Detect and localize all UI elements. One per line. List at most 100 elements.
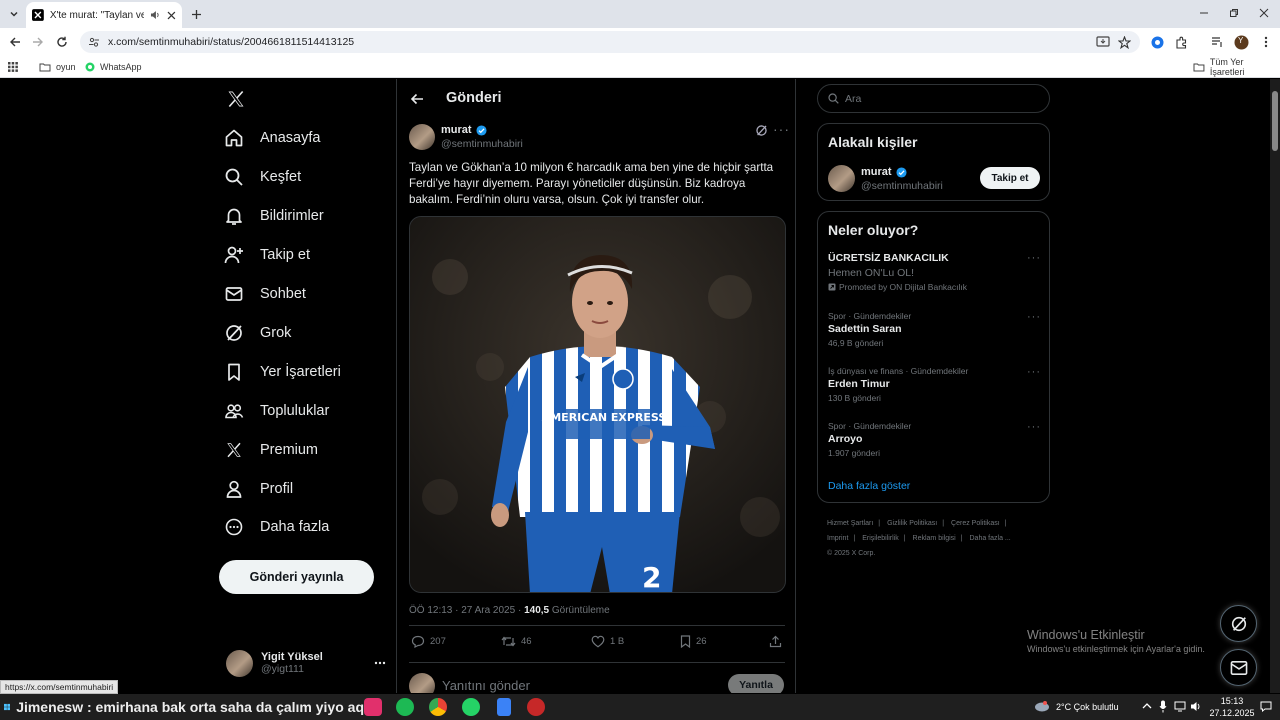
footer-link[interactable]: Erişilebilirlik xyxy=(862,535,899,542)
footer-link[interactable]: Gizlilik Politikası xyxy=(887,520,937,527)
sidebar-item-chat[interactable]: Sohbet xyxy=(222,278,306,310)
chevron-up-icon[interactable] xyxy=(1142,702,1152,710)
trend-item[interactable]: İş dünyası ve finans · Gündemdekiler Erd… xyxy=(828,366,1041,403)
back-arrow-icon[interactable] xyxy=(407,89,427,109)
repost-action[interactable]: 46 xyxy=(501,635,532,648)
trend-more-icon[interactable]: ··· xyxy=(1027,252,1041,264)
site-info-icon[interactable] xyxy=(88,36,100,48)
profile-avatar[interactable]: Y xyxy=(1232,33,1250,51)
chrome-icon[interactable] xyxy=(429,698,447,716)
media-controls-icon[interactable] xyxy=(1208,33,1226,51)
footer-link[interactable]: Hizmet Şartları xyxy=(827,520,873,527)
divider xyxy=(409,625,785,626)
post-timestamp[interactable]: ÖÖ 12:13 · 27 Ara 2025 · 140,5 Görüntüle… xyxy=(409,605,610,616)
share-action[interactable] xyxy=(769,635,782,648)
related-person-handle[interactable]: @semtinmuhabiri xyxy=(861,180,943,192)
notifications-icon[interactable] xyxy=(1260,701,1272,712)
follow-button[interactable]: Takip et xyxy=(980,167,1040,189)
scroll-thumb[interactable] xyxy=(1272,91,1278,151)
spotify-icon[interactable] xyxy=(396,698,414,716)
messages-fab-button[interactable] xyxy=(1220,649,1257,686)
windows-start-icon[interactable] xyxy=(4,700,11,714)
page-scrollbar[interactable] xyxy=(1270,79,1280,693)
bookmark-star-icon[interactable] xyxy=(1115,33,1133,51)
author-name[interactable]: murat xyxy=(441,124,487,136)
instagram-icon[interactable] xyxy=(364,698,382,716)
trend-more-icon[interactable]: ··· xyxy=(1027,421,1041,433)
sidebar-item-follow[interactable]: Takip et xyxy=(222,239,310,271)
post-button[interactable]: Gönderi yayınla xyxy=(219,560,374,594)
volume-icon[interactable] xyxy=(1190,701,1202,712)
security-shield-icon[interactable] xyxy=(497,698,511,716)
show-more-link[interactable]: Daha fazla göster xyxy=(828,480,910,492)
new-tab-button[interactable] xyxy=(186,4,206,24)
tab-search-button[interactable] xyxy=(4,4,24,24)
sidebar-item-profile[interactable]: Profil xyxy=(222,473,293,505)
close-window-button[interactable] xyxy=(1249,4,1279,22)
reply-action[interactable]: 207 xyxy=(411,635,446,648)
back-button[interactable] xyxy=(5,32,25,52)
reply-button[interactable]: Yanıtla xyxy=(728,674,784,693)
trend-item[interactable]: Spor · Gündemdekiler Arroyo 1.907 gönder… xyxy=(828,421,1041,458)
reload-button[interactable] xyxy=(52,32,72,52)
weather-cloud-icon[interactable] xyxy=(1034,700,1050,712)
sidebar-item-notifications[interactable]: Bildirimler xyxy=(222,200,324,232)
author-handle[interactable]: @semtinmuhabiri xyxy=(441,138,523,150)
post-more-icon[interactable]: ··· xyxy=(773,121,790,137)
more-icon[interactable] xyxy=(374,661,386,665)
grok-icon[interactable] xyxy=(755,124,769,138)
post-image[interactable]: 2 AMERICAN EXPRESS xyxy=(409,216,786,593)
browser-menu-icon[interactable] xyxy=(1257,33,1275,51)
sidebar-item-bookmarks[interactable]: Yer İşaretleri xyxy=(222,356,341,388)
weather-text[interactable]: 2°C Çok bulutlu xyxy=(1056,702,1119,712)
author-avatar[interactable] xyxy=(409,124,435,150)
footer-link[interactable]: Reklam bilgisi xyxy=(913,535,956,542)
search-input[interactable]: Ara xyxy=(817,84,1050,113)
sidebar-item-premium[interactable]: Premium xyxy=(222,434,318,466)
sidebar-item-grok[interactable]: Grok xyxy=(222,317,291,349)
heart-icon xyxy=(591,635,605,648)
sidebar-item-home[interactable]: Anasayfa xyxy=(222,122,320,154)
restore-button[interactable] xyxy=(1219,4,1249,22)
footer-link[interactable]: Daha fazla ... xyxy=(970,535,1011,542)
x-logo-icon[interactable] xyxy=(222,85,250,113)
bookmark-action[interactable]: 26 xyxy=(680,635,707,648)
related-person-name[interactable]: murat xyxy=(861,166,907,178)
app-icon[interactable] xyxy=(527,698,545,716)
browser-tab-active[interactable]: X'te murat: "Taylan ve Gökh xyxy=(26,2,182,28)
trend-more-icon[interactable]: ··· xyxy=(1027,311,1041,323)
install-app-icon[interactable] xyxy=(1094,33,1112,51)
reply-input[interactable]: Yanıtını gönder xyxy=(442,678,530,693)
extensions-icon[interactable] xyxy=(1172,33,1190,51)
speaker-icon[interactable] xyxy=(150,10,161,20)
like-action[interactable]: 1 B xyxy=(591,635,624,648)
microphone-icon[interactable] xyxy=(1159,700,1167,713)
clock-date[interactable]: 27.12.2025 xyxy=(1204,708,1260,718)
account-switcher[interactable]: Yigit Yüksel @yigt111 xyxy=(226,647,386,679)
bookmark-whatsapp[interactable]: WhatsApp xyxy=(85,60,142,74)
minimize-button[interactable] xyxy=(1189,4,1219,22)
apps-icon[interactable] xyxy=(8,60,18,74)
sidebar-item-label: Takip et xyxy=(260,247,310,263)
address-bar[interactable]: x.com/semtinmuhabiri/status/200466181151… xyxy=(80,31,1140,53)
grok-fab-button[interactable] xyxy=(1220,605,1257,642)
sidebar-item-communities[interactable]: Topluluklar xyxy=(222,395,329,427)
extension-badge-icon[interactable] xyxy=(1148,33,1166,51)
trend-item[interactable]: Spor · Gündemdekiler Sadettin Saran 46,9… xyxy=(828,311,1041,348)
footer-link[interactable]: Imprint xyxy=(827,535,848,542)
sidebar-item-more[interactable]: Daha fazla xyxy=(222,511,329,543)
trend-more-icon[interactable]: ··· xyxy=(1027,366,1041,378)
all-bookmarks[interactable]: Tüm Yer İşaretleri xyxy=(1193,57,1280,77)
related-person-name-text: murat xyxy=(861,166,892,178)
network-icon[interactable] xyxy=(1174,701,1186,712)
trend-item[interactable]: ÜCRETSİZ BANKACILIK Hemen ON'Lu OL! Prom… xyxy=(828,252,1041,292)
folder-icon xyxy=(1193,63,1205,72)
clock-time[interactable]: 15:13 xyxy=(1212,696,1252,706)
avatar[interactable] xyxy=(828,165,855,192)
bookmark-oyun[interactable]: oyun xyxy=(39,60,76,74)
footer-link[interactable]: Çerez Politikası xyxy=(951,520,1000,527)
forward-button[interactable] xyxy=(28,32,48,52)
sidebar-item-explore[interactable]: Keşfet xyxy=(222,161,301,193)
close-tab-icon[interactable] xyxy=(167,11,176,20)
whatsapp-icon[interactable] xyxy=(462,698,480,716)
